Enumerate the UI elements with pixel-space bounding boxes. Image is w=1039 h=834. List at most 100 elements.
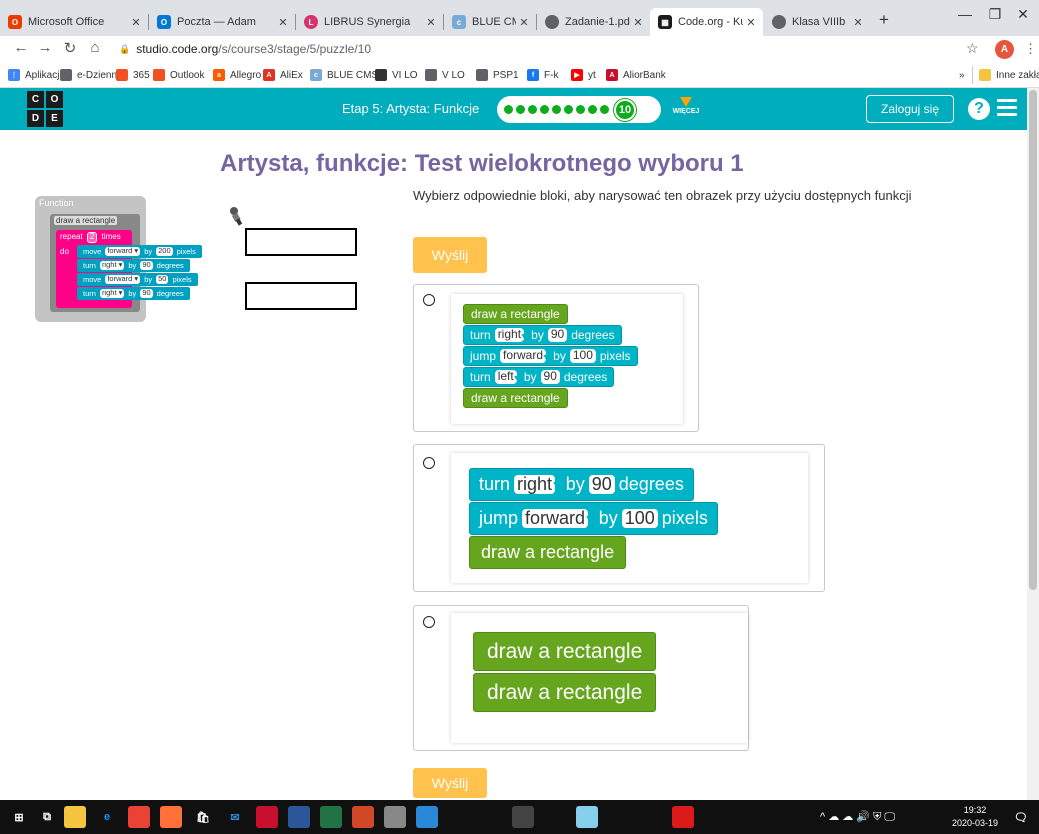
bookmark-item[interactable]: a Allegro <box>213 66 261 84</box>
bookmark-item[interactable]: PSP1 <box>476 66 519 84</box>
task-view-icon[interactable]: ⧉ <box>36 806 58 828</box>
star-icon[interactable]: ☆ <box>966 40 979 57</box>
browser-tab[interactable]: L LIBRUS Synergia ✕ <box>296 8 443 36</box>
browser-tab[interactable]: O Poczta — Adam ✕ <box>149 8 295 36</box>
submit-button[interactable]: Wyślij <box>413 237 487 273</box>
acrobat-icon[interactable]: A <box>672 806 694 828</box>
avatar[interactable]: A <box>995 40 1014 59</box>
progress-dot[interactable] <box>576 105 585 114</box>
close-window-button[interactable]: ✕ <box>1008 6 1038 23</box>
stage-title[interactable]: Etap 5: Artysta: Funkcje <box>342 101 479 116</box>
progress-dot[interactable] <box>564 105 573 114</box>
store-icon[interactable]: 🛍 <box>192 806 214 828</box>
antivirus-icon[interactable]: V <box>256 806 278 828</box>
windows-start-icon[interactable]: ⊞ <box>8 806 30 828</box>
close-icon[interactable]: ✕ <box>128 16 144 29</box>
forward-arrow-icon[interactable]: → <box>36 39 54 56</box>
browser-tab[interactable]: Zadanie-1.pdf ✕ <box>537 8 650 36</box>
bookmark-item[interactable]: f F-k <box>527 66 558 84</box>
excel-icon[interactable]: X <box>320 806 342 828</box>
more-button[interactable]: WIĘCEJ <box>666 97 706 115</box>
app-icon[interactable] <box>480 806 502 828</box>
close-icon[interactable]: ✕ <box>516 16 532 29</box>
other-bookmarks[interactable]: Inne zakładki <box>972 66 1039 84</box>
app-icon[interactable] <box>416 806 438 828</box>
close-icon[interactable]: ✕ <box>275 16 291 29</box>
bookmark-item[interactable]: ▶ yt <box>571 66 596 84</box>
app-icon[interactable] <box>448 806 470 828</box>
bookmark-icon: A <box>606 69 618 81</box>
bookmark-icon <box>116 69 128 81</box>
taskbar-clock[interactable]: 19:32 2020-03-19 <box>952 804 998 830</box>
progress-dot[interactable] <box>516 105 525 114</box>
help-icon[interactable]: ? <box>968 98 990 120</box>
block-by: by <box>553 349 566 363</box>
radio-button[interactable] <box>423 294 435 306</box>
bookmark-item[interactable]: A AliorBank <box>606 66 666 84</box>
repeat-row: repeat 2 times <box>60 232 121 243</box>
system-tray[interactable]: ^ ☁ ☁ 🔊 ⛨ 🖵 <box>820 810 895 824</box>
login-button[interactable]: Zaloguj się <box>866 95 954 123</box>
menu-icon[interactable]: ⋮ <box>1024 41 1037 57</box>
edge-icon[interactable]: e <box>96 806 118 828</box>
hamburger-menu-icon[interactable] <box>997 99 1017 120</box>
function-statement: turn right ▾ by 90 degrees <box>77 259 190 272</box>
browser-tab-active[interactable]: ▦ Code.org - Kurs ✕ <box>650 8 763 36</box>
browser-tab[interactable]: c BLUE CMS - Pan ✕ <box>444 8 536 36</box>
block-unit: degrees <box>563 370 608 384</box>
browser-tab[interactable]: Klasa VIIIb ✕ <box>764 8 870 36</box>
page-scrollbar[interactable] <box>1027 88 1039 800</box>
draw-rectangle-block: draw a rectangle <box>469 536 627 569</box>
progress-dot[interactable] <box>600 105 609 114</box>
radio-button[interactable] <box>423 616 435 628</box>
close-icon[interactable]: ✕ <box>743 16 759 29</box>
codeorg-logo[interactable]: C O D E <box>27 91 63 127</box>
new-tab-button[interactable]: + <box>873 10 895 30</box>
powerpoint-icon[interactable]: P <box>352 806 374 828</box>
radio-button[interactable] <box>423 457 435 469</box>
back-arrow-icon[interactable]: ← <box>12 39 30 56</box>
close-icon[interactable]: ✕ <box>850 16 866 29</box>
browser-tab[interactable]: O Microsoft Office ✕ <box>0 8 148 36</box>
app-icon[interactable] <box>608 806 630 828</box>
progress-dot[interactable] <box>552 105 561 114</box>
close-icon[interactable]: ✕ <box>630 16 646 29</box>
chrome-icon[interactable] <box>128 806 150 828</box>
app-icon[interactable] <box>512 806 534 828</box>
jump-block: jump forward ▼ by 100 pixels <box>463 346 638 366</box>
address-bar[interactable]: 🔒 studio.code.org/s/course3/stage/5/puzz… <box>119 38 959 60</box>
firefox-icon[interactable] <box>160 806 182 828</box>
bookmark-item[interactable]: e-Dziennik <box>60 66 124 84</box>
app-icon[interactable] <box>576 806 598 828</box>
progress-current[interactable]: 10 <box>614 98 636 121</box>
minimize-button[interactable]: — <box>950 6 980 22</box>
mail-icon[interactable]: ✉ <box>224 806 246 828</box>
close-icon[interactable]: ✕ <box>423 16 439 29</box>
restore-button[interactable]: ❐ <box>980 6 1010 23</box>
bookmark-item[interactable]: ⋮ Aplikacje <box>8 66 65 84</box>
word-icon[interactable]: W <box>288 806 310 828</box>
bookmarks-overflow-button[interactable]: » <box>959 66 965 84</box>
bookmark-icon: c <box>310 69 322 81</box>
notifications-icon[interactable]: 🗨 <box>1010 806 1032 828</box>
function-statement: move forward ▾ by 200 pixels <box>77 245 202 258</box>
progress-dot[interactable] <box>528 105 537 114</box>
submit-button[interactable]: Wyślij <box>413 768 487 798</box>
progress-dot[interactable] <box>504 105 513 114</box>
progress-dot[interactable] <box>540 105 549 114</box>
more-label: WIĘCEJ <box>672 108 700 115</box>
bookmark-item[interactable]: V LO <box>425 66 465 84</box>
app-icon[interactable] <box>544 806 566 828</box>
reload-icon[interactable]: ↻ <box>61 39 79 57</box>
home-icon[interactable]: ⌂ <box>86 39 104 56</box>
file-explorer-icon[interactable] <box>64 806 86 828</box>
scrollbar-thumb[interactable] <box>1029 90 1037 590</box>
bookmark-item[interactable]: A AliEx <box>263 66 303 84</box>
bookmark-item[interactable]: c BLUE CMS <box>310 66 378 84</box>
bookmark-item[interactable]: 365 <box>116 66 150 84</box>
progress-dot[interactable] <box>588 105 597 114</box>
bookmark-item[interactable]: VI LO <box>375 66 418 84</box>
app-icon[interactable] <box>640 806 662 828</box>
app-icon[interactable] <box>384 806 406 828</box>
bookmark-item[interactable]: Outlook <box>153 66 204 84</box>
